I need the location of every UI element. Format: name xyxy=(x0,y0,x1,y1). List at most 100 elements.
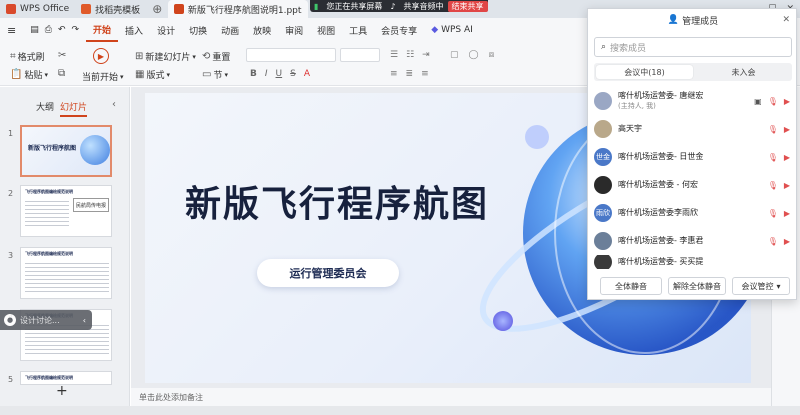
strikethrough-icon[interactable]: S xyxy=(290,69,296,79)
font-size-select[interactable] xyxy=(340,48,380,62)
menu-tools[interactable]: 工具 xyxy=(342,18,374,42)
screen-share-icon[interactable]: ▣ xyxy=(754,97,762,106)
new-slide-button[interactable]: ⊞ 新建幻灯片 ▾ xyxy=(135,50,196,63)
menu-home[interactable]: 开始 xyxy=(86,18,119,42)
camera-off-icon[interactable]: ▶ xyxy=(784,181,790,190)
text-box-icon[interactable]: ▢ xyxy=(450,50,459,60)
font-name-select[interactable] xyxy=(246,48,336,62)
reset-label: 重置 xyxy=(212,53,231,63)
share-status: 您正在共享屏幕 xyxy=(326,1,383,11)
camera-off-icon[interactable]: ▶ xyxy=(784,125,790,134)
close-panel-icon[interactable]: ✕ xyxy=(782,15,790,25)
small-orb-bottom xyxy=(493,311,513,331)
mic-icon[interactable]: ● xyxy=(4,314,16,326)
mic-muted-icon[interactable]: 🎙 xyxy=(768,181,778,190)
slide-title[interactable]: 新版飞行程序航图 xyxy=(185,175,489,227)
bullet-list-icon[interactable]: ☰ xyxy=(390,50,398,60)
font-color-icon[interactable]: A xyxy=(304,69,310,79)
meeting-control-button[interactable]: 会议管控 ▾ xyxy=(732,277,790,295)
menu-wps-ai[interactable]: ◆ WPS AI xyxy=(424,18,480,42)
menu-member[interactable]: 会员专享 xyxy=(374,18,424,42)
align-left-icon[interactable]: ≡ xyxy=(390,69,398,79)
section-icon: ▭ xyxy=(202,69,212,80)
indent-icon[interactable]: ⇥ xyxy=(422,50,430,60)
slide-subtitle[interactable]: 运行管理委员会 xyxy=(257,259,399,287)
member-controls: 🎙 ▶ xyxy=(768,209,790,218)
play-icon[interactable]: ▶ xyxy=(93,48,109,64)
align-center-icon[interactable]: ≣ xyxy=(406,69,414,79)
menu-animation[interactable]: 动画 xyxy=(214,18,246,42)
member-row[interactable]: 喀什机场运营委- 唐继宏 (主持人, 我) ▣ 🎙 ▶ xyxy=(588,87,798,115)
menu-hamburger-icon[interactable]: ≡ xyxy=(0,18,23,42)
copy-icon[interactable]: ⧉ xyxy=(58,68,67,79)
italic-icon[interactable]: I xyxy=(265,69,268,79)
menu-design[interactable]: 设计 xyxy=(150,18,182,42)
reset-button[interactable]: ⟲ 重置 xyxy=(202,50,230,63)
tab-document[interactable]: 新版飞行程序航图说明1.pptx xyxy=(168,0,309,18)
end-share-button[interactable]: 结束共享 xyxy=(447,0,488,12)
notes-area[interactable]: 单击此处添加备注 xyxy=(131,388,771,406)
mic-muted-icon[interactable]: 🎙 xyxy=(768,97,778,106)
align-right-icon[interactable]: ≡ xyxy=(421,69,429,79)
collapse-panel-icon[interactable]: ‹ xyxy=(112,99,116,110)
camera-off-icon[interactable]: ▶ xyxy=(784,97,790,106)
menu-review[interactable]: 审阅 xyxy=(278,18,310,42)
mic-muted-icon[interactable]: 🎙 xyxy=(768,237,778,246)
mute-all-button[interactable]: 全体静音 xyxy=(600,277,662,295)
member-row[interactable]: 高天宇 🎙 ▶ xyxy=(588,115,798,143)
redo-icon[interactable]: ↷ xyxy=(71,25,79,35)
thumb-lines xyxy=(25,260,109,294)
menu-slideshow[interactable]: 放映 xyxy=(246,18,278,42)
cut-icon[interactable]: ✂ xyxy=(58,50,68,61)
tab-wps-office[interactable]: WPS Office xyxy=(0,0,75,18)
member-row[interactable]: 喀什机场运营委 - 何宏 🎙 ▶ xyxy=(588,171,798,199)
menu-view[interactable]: 视图 xyxy=(310,18,342,42)
paste-button[interactable]: 📋 粘贴 ▾ xyxy=(10,68,48,81)
screen-share-bar: ▮ 您正在共享屏幕 ♪ 共享音频中 结束共享 xyxy=(310,0,488,12)
status-bar xyxy=(0,406,800,415)
menu-transition[interactable]: 切换 xyxy=(182,18,214,42)
member-controls: 🎙 ▶ xyxy=(768,153,790,162)
menu-file[interactable]: ▤ ⎙ ↶ ↷ xyxy=(23,18,86,42)
undo-icon[interactable]: ↶ xyxy=(58,25,66,35)
slide-thumb-2[interactable]: 飞行程序航图编绘规范说明 民航局传电报 xyxy=(20,185,112,237)
menu-insert[interactable]: 插入 xyxy=(118,18,150,42)
tab-outline[interactable]: 大纲 xyxy=(36,100,54,113)
camera-off-icon[interactable]: ▶ xyxy=(784,237,790,246)
tab-label: WPS Office xyxy=(20,4,70,14)
section-button[interactable]: ▭ 节 ▾ xyxy=(202,68,228,81)
tab-not-joined[interactable]: 未入会 xyxy=(695,63,792,81)
mic-muted-icon[interactable]: 🎙 xyxy=(768,209,778,218)
tab-slides[interactable]: 幻灯片 xyxy=(60,100,88,117)
underline-icon[interactable]: U xyxy=(276,69,283,79)
from-current-button[interactable]: 当前开始 ▾ xyxy=(82,70,124,84)
camera-off-icon[interactable]: ▶ xyxy=(784,209,790,218)
layout-button[interactable]: ▦ 版式 ▾ xyxy=(135,68,170,81)
format-brush-button[interactable]: ⌗ 格式刷 xyxy=(10,50,45,63)
mic-muted-icon[interactable]: 🎙 xyxy=(768,125,778,134)
add-slide-button[interactable]: + xyxy=(56,383,68,399)
new-tab-icon[interactable]: ⊕ xyxy=(146,0,168,18)
arrange-icon[interactable]: ⧈ xyxy=(489,50,495,60)
format-brush-label: 格式刷 xyxy=(17,53,45,63)
member-search-input[interactable]: ⌕ 搜索成员 xyxy=(594,37,792,57)
shape-icon[interactable]: ◯ xyxy=(469,50,479,60)
unmute-all-button[interactable]: 解除全体静音 xyxy=(668,277,726,295)
member-row[interactable]: 喀什机场运营委- 买买提 xyxy=(588,255,798,269)
member-row[interactable]: 世金 喀什机场运营委- 日世金 🎙 ▶ xyxy=(588,143,798,171)
bold-icon[interactable]: B xyxy=(250,69,257,79)
mic-muted-icon[interactable]: 🎙 xyxy=(768,153,778,162)
floating-discussion-control[interactable]: ● 设计讨论... ‹ xyxy=(0,310,92,330)
member-row[interactable]: 喀什机场运营委- 李惠君 🎙 ▶ xyxy=(588,227,798,255)
camera-off-icon[interactable]: ▶ xyxy=(784,153,790,162)
chevron-left-icon[interactable]: ‹ xyxy=(83,316,86,325)
tab-template[interactable]: 找稻壳模板 xyxy=(75,0,146,18)
number-list-icon[interactable]: ☷ xyxy=(406,50,414,60)
wps-logo-icon xyxy=(6,4,16,14)
slide-thumb-1[interactable]: 新版飞行程序航图 xyxy=(20,125,112,177)
member-row[interactable]: 雨欣 喀什机场运营委李雨欣 🎙 ▶ xyxy=(588,199,798,227)
save-icon[interactable]: ⎙ xyxy=(45,25,52,35)
slide-thumb-3[interactable]: 飞行程序航图编绘规范说明 xyxy=(20,247,112,299)
member-name: 喀什机场运营委 - 何宏 xyxy=(618,180,698,189)
tab-in-meeting[interactable]: 会议中(18) xyxy=(596,65,693,79)
